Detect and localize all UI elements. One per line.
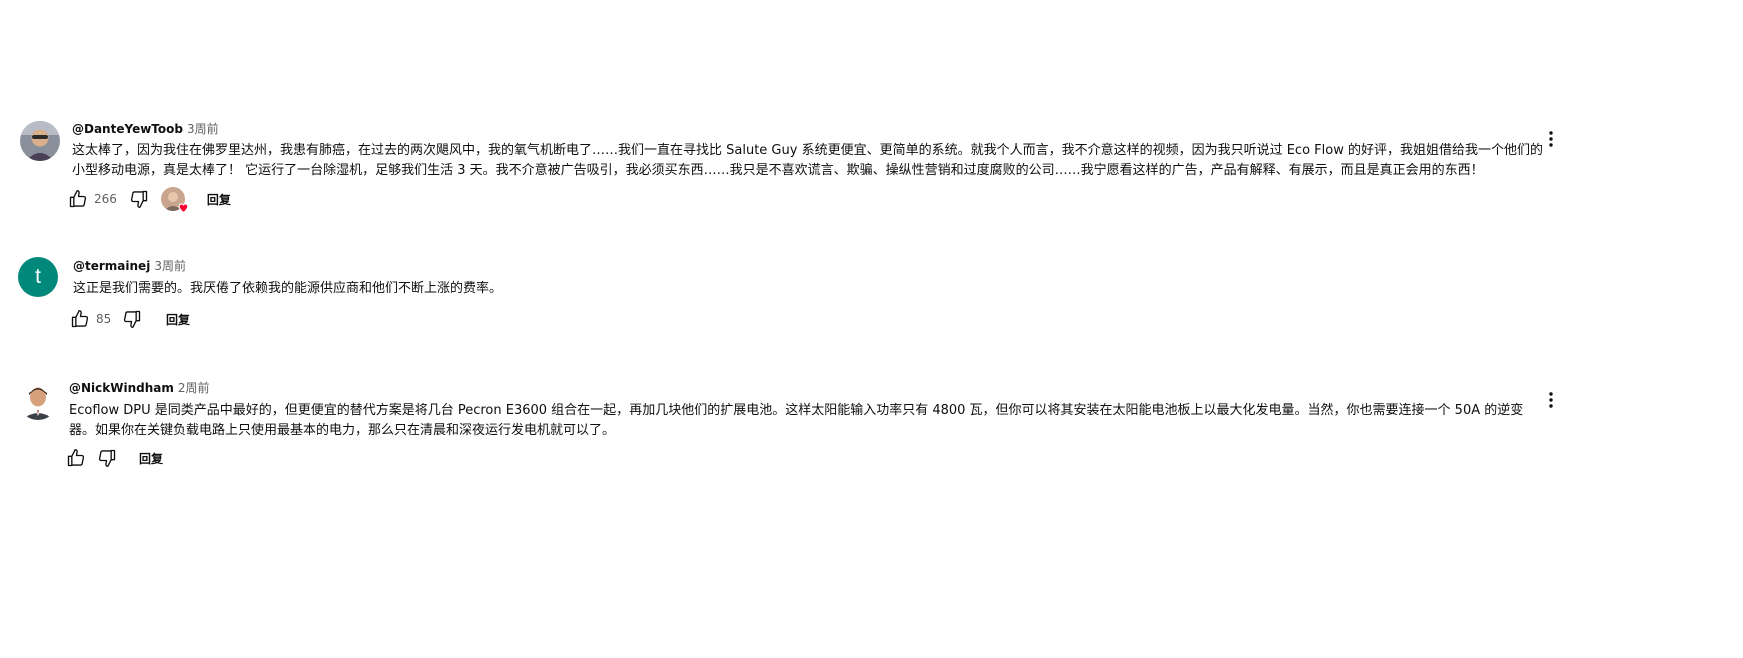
comment-timestamp[interactable]: 2周前: [178, 381, 210, 395]
like-count: 85: [96, 312, 112, 326]
dislike-button[interactable]: [120, 307, 144, 331]
like-button[interactable]: [68, 307, 92, 331]
author-name[interactable]: @DanteYewToob: [72, 122, 183, 136]
reply-button[interactable]: 回复: [139, 450, 163, 467]
reply-button[interactable]: 回复: [166, 311, 190, 328]
comment-text-line: 器。如果你在关键负载电路上只使用最基本的电力，那么只在清晨和深夜运行发电机就可以…: [69, 423, 616, 438]
comment-text-line: Ecoflow DPU 是同类产品中最好的，但更便宜的替代方案是将几台 Pecr…: [69, 403, 1524, 418]
thumb-up-icon: [67, 449, 85, 467]
comment-actions: 回复: [64, 446, 163, 470]
thumb-down-icon: [130, 190, 148, 208]
reply-button[interactable]: 回复: [207, 191, 231, 208]
comment-text: 这正是我们需要的。我厌倦了依赖我的能源供应商和他们不断上涨的费率。: [73, 279, 502, 299]
comment-header: @NickWindham 2周前: [69, 380, 210, 396]
more-vert-icon: [1549, 131, 1553, 147]
dislike-button[interactable]: [127, 187, 151, 211]
comment-text: 这太棒了，因为我住在佛罗里达州，我患有肺癌，在过去的两次飓风中，我的氧气机断电了…: [72, 141, 1543, 181]
dislike-button[interactable]: [95, 446, 119, 470]
thumb-down-icon: [98, 449, 116, 467]
like-count: 266: [94, 192, 117, 206]
comment-header: @termainej 3周前: [73, 258, 186, 274]
more-actions-button[interactable]: [1543, 388, 1559, 412]
like-button[interactable]: [66, 187, 90, 211]
comment-text: Ecoflow DPU 是同类产品中最好的，但更便宜的替代方案是将几台 Pecr…: [69, 401, 1523, 441]
avatar[interactable]: [18, 380, 58, 420]
comment-text-line: 这太棒了，因为我住在佛罗里达州，我患有肺癌，在过去的两次飓风中，我的氧气机断电了…: [72, 143, 1543, 158]
comment-timestamp[interactable]: 3周前: [154, 259, 186, 273]
avatar[interactable]: [20, 121, 60, 161]
author-name[interactable]: @termainej: [73, 259, 150, 273]
thumb-down-icon: [123, 310, 141, 328]
heart-icon: [178, 203, 189, 214]
thumb-up-icon: [71, 310, 89, 328]
more-vert-icon: [1549, 392, 1553, 408]
comment-actions: 85 回复: [68, 307, 190, 331]
comment-header: @DanteYewToob 3周前: [72, 121, 219, 137]
comment-timestamp[interactable]: 3周前: [187, 122, 219, 136]
comment-actions: 266 回复: [66, 187, 231, 214]
avatar[interactable]: t: [18, 257, 58, 297]
comment-text-line: 这正是我们需要的。我厌倦了依赖我的能源供应商和他们不断上涨的费率。: [73, 281, 503, 296]
like-button[interactable]: [64, 446, 88, 470]
author-name[interactable]: @NickWindham: [69, 381, 174, 395]
comment-text-line: 小型移动电源，真是太棒了！ 它运行了一台除湿机，足够我们生活 3 天。我不介意被…: [72, 163, 1484, 178]
more-actions-button[interactable]: [1543, 127, 1559, 151]
thumb-up-icon: [69, 190, 87, 208]
creator-heart-badge: [160, 187, 189, 214]
